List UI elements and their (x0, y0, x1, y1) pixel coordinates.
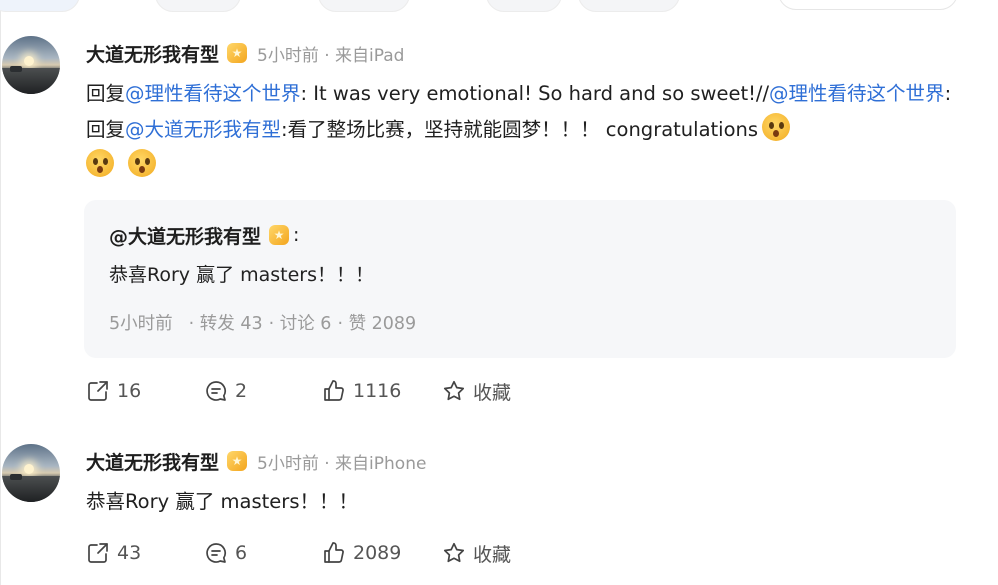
share-icon (88, 381, 108, 401)
post-header: 大道无形我有型 5小时前 · 来自iPad (86, 38, 404, 68)
body-text-3: :看了整场比赛，坚持就能圆梦！！！ congratulations (281, 118, 759, 141)
share-count: 16 (117, 380, 142, 402)
top-tab-1[interactable] (0, 0, 80, 12)
vip-badge-icon[interactable] (227, 451, 248, 471)
avatar-sun (24, 56, 34, 66)
quoted-post[interactable]: @大道无形我有型 : 恭喜Rory 赢了 masters！！！ 5小时前 · 转… (84, 200, 956, 358)
body-text-1: : It was very emotional! So hard and so … (300, 82, 770, 105)
comment-count: 6 (235, 542, 248, 564)
quoted-time: 5小时前 (109, 314, 173, 334)
favorite-button[interactable]: 收藏 (442, 376, 511, 406)
like-icon (324, 380, 344, 401)
mention-link[interactable]: @理性看待这个世界 (125, 82, 301, 105)
surprised-emoji-icon (762, 113, 791, 141)
like-count: 1116 (353, 380, 402, 402)
share-button[interactable]: 16 (86, 376, 141, 406)
quoted-text: 恭喜Rory 赢了 masters！！！ (109, 264, 375, 286)
star-icon (443, 542, 465, 563)
comment-button[interactable]: 2 (204, 376, 247, 406)
like-count: 2089 (353, 542, 402, 564)
vip-badge-icon[interactable] (269, 225, 290, 245)
post-meta: 5小时前 · 来自iPad (257, 45, 405, 66)
post-body: 回复@理性看待这个世界: It was very emotional! So h… (86, 76, 956, 184)
top-search-box[interactable] (778, 0, 958, 10)
username[interactable]: 大道无形我有型 (86, 448, 219, 475)
avatar[interactable] (2, 444, 60, 502)
vip-badge-icon[interactable] (227, 43, 248, 63)
post-header: 大道无形我有型 5小时前 · 来自iPhone (86, 446, 426, 476)
post-meta: 5小时前 · 来自iPhone (257, 453, 427, 474)
avatar-car (10, 474, 22, 480)
quoted-header: @大道无形我有型 : (109, 220, 299, 250)
comment-button[interactable]: 6 (204, 538, 247, 568)
like-icon (324, 542, 344, 563)
quoted-likes[interactable]: · 赞 2089 (337, 310, 416, 335)
quoted-reposts[interactable]: · 转发 43 (189, 310, 263, 335)
comment-icon (206, 381, 227, 401)
favorite-label: 收藏 (473, 381, 512, 404)
mention-link[interactable]: @大道无形我有型 (125, 118, 281, 141)
quoted-colon: : (293, 224, 300, 246)
avatar-sun (24, 464, 34, 474)
top-tab-4[interactable] (486, 0, 562, 12)
username[interactable]: 大道无形我有型 (86, 40, 219, 67)
quoted-stats: 5小时前 · 转发 43 · 讨论 6 · 赞 2089 (109, 310, 422, 335)
top-tab-3[interactable] (318, 0, 410, 12)
share-icon (88, 543, 108, 563)
favorite-button[interactable]: 收藏 (442, 538, 511, 568)
surprised-emoji-icon (128, 149, 157, 177)
left-divider (0, 0, 1, 585)
share-count: 43 (117, 542, 142, 564)
top-tab-5[interactable] (578, 0, 680, 12)
star-icon (443, 380, 465, 401)
avatar[interactable] (2, 36, 60, 94)
mention-link[interactable]: @理性看待这个世界 (769, 82, 945, 105)
surprised-emoji-icon (86, 149, 114, 177)
avatar-car (10, 66, 22, 72)
top-tab-2[interactable] (155, 0, 241, 12)
favorite-label: 收藏 (473, 543, 512, 566)
quoted-username[interactable]: @大道无形我有型 (109, 222, 261, 249)
post-body: 恭喜Rory 赢了 masters！！！ (86, 490, 358, 513)
share-button[interactable]: 43 (86, 538, 141, 568)
like-button[interactable]: 1116 (322, 376, 401, 406)
quoted-comments[interactable]: · 讨论 6 (269, 310, 332, 335)
like-button[interactable]: 2089 (322, 538, 401, 568)
comment-icon (206, 543, 227, 563)
comment-count: 2 (235, 380, 248, 402)
reply-prefix: 回复 (86, 82, 126, 105)
